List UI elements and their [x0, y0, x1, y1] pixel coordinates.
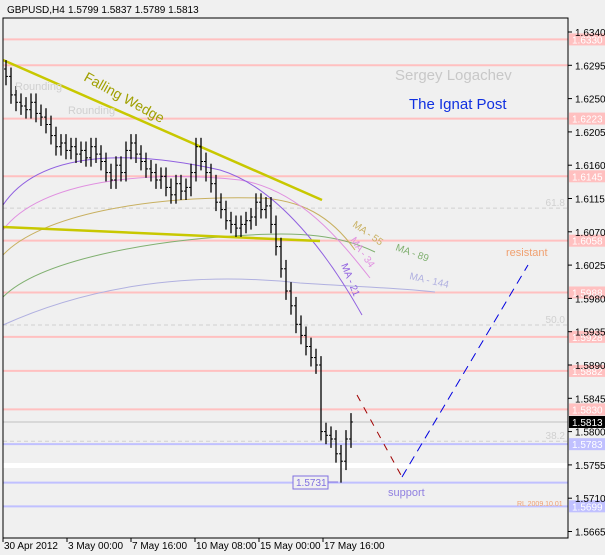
y-tick-label: 1.6115: [575, 195, 605, 206]
x-tick-label: 7 May 16:00: [132, 541, 187, 552]
y-tick-label: 1.6025: [575, 261, 605, 272]
y-tick-label: 1.5665: [575, 528, 605, 539]
y-tick-label: 1.6205: [575, 128, 605, 139]
y-tick-label: 1.5755: [575, 461, 605, 472]
x-tick-label: 3 May 00:00: [68, 541, 123, 552]
fib-level-label: 61.8: [546, 198, 566, 209]
price-chart[interactable]: 61.850.038.21.63301.62231.61451.60581.59…: [0, 0, 605, 555]
lowest-price-label: 1.5731: [296, 478, 327, 489]
y-tick-label: 1.5980: [575, 294, 605, 305]
support-level-price-label: 1.5783: [572, 440, 603, 451]
symbol-label: GBPUSD,H4: [7, 5, 65, 16]
y-tick-label: 1.6250: [575, 95, 605, 106]
y-tick-label: 1.5710: [575, 494, 605, 505]
y-tick-label: 1.6160: [575, 161, 605, 172]
x-tick-label: 10 May 08:00: [196, 541, 257, 552]
rounding-label-2: Rounding: [68, 105, 115, 117]
current-price-label: 1.5813: [572, 418, 603, 429]
y-tick-label: 1.5935: [575, 328, 605, 339]
ohlc-readout: 1.5799 1.5837 1.5789 1.5813: [68, 5, 199, 16]
support-label: support: [388, 487, 425, 499]
resistance-level-price-label: 1.6223: [572, 115, 603, 126]
resistant-label: resistant: [506, 247, 548, 259]
author-label: Sergey Logachev: [395, 67, 512, 84]
y-tick-label: 1.6070: [575, 228, 605, 239]
y-tick-label: 1.6295: [575, 61, 605, 72]
fib-level-label: 38.2: [546, 431, 566, 442]
fib-level-label: 50.0: [546, 315, 566, 326]
y-tick-label: 1.6340: [575, 28, 605, 39]
y-tick-label: 1.5890: [575, 361, 605, 372]
publisher-label: The Ignat Post: [409, 96, 507, 113]
white-band: [3, 463, 568, 468]
x-tick-label: 30 Apr 2012: [4, 541, 58, 552]
resistance-level-price-label: 1.6145: [572, 172, 603, 183]
rl-label: RL 2009.10.01: [517, 501, 563, 508]
rounding-label-1: Rounding: [15, 81, 62, 93]
y-tick-label: 1.5800: [575, 428, 605, 439]
resistance-level-price-label: 1.5830: [572, 405, 603, 416]
x-tick-label: 17 May 16:00: [324, 541, 385, 552]
y-tick-label: 1.5845: [575, 394, 605, 405]
x-tick-label: 15 May 00:00: [260, 541, 321, 552]
